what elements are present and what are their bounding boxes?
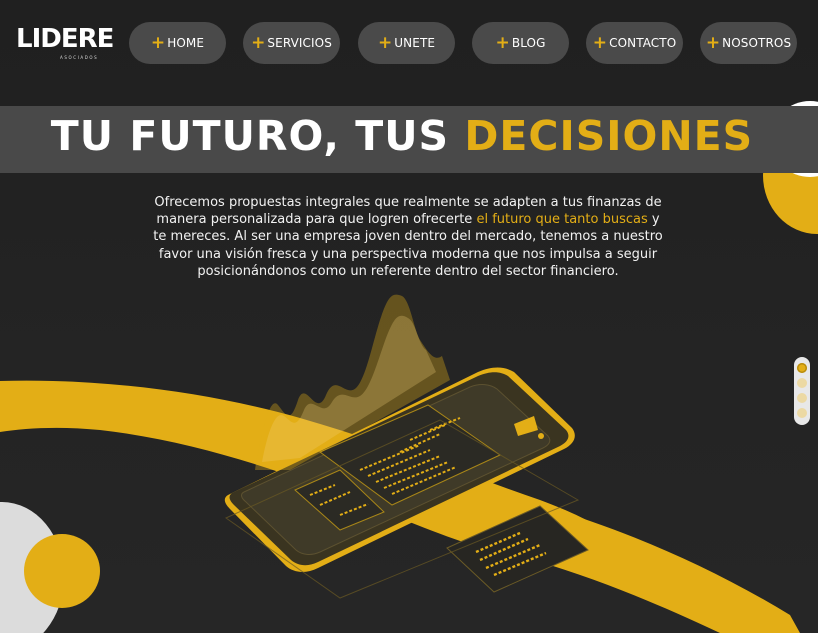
plus-icon: + <box>592 32 608 53</box>
plus-icon: + <box>251 32 266 53</box>
nav-label: SERVICIOS <box>267 36 332 50</box>
plus-icon: + <box>150 32 166 53</box>
nav-nosotros-button[interactable]: + NOSOTROS <box>700 22 797 64</box>
logo-subtext: ASOCIADOS <box>60 55 99 60</box>
tablet-device <box>224 294 589 599</box>
pager-dot-3[interactable] <box>797 393 807 403</box>
main-nav: + HOME + SERVICIOS + UNETE + BLOG + CONTACTO … <box>129 22 797 65</box>
slide-pager <box>794 357 810 425</box>
nav-label: UNETE <box>394 36 436 50</box>
nav-home-button[interactable]: + HOME <box>129 22 226 64</box>
hero-illustration <box>0 294 800 633</box>
headline-white: TU FUTURO, TUS <box>50 112 465 160</box>
headline-accent: DECISIONES <box>464 112 754 160</box>
nav-unete-button[interactable]: + UNETE <box>358 22 455 64</box>
plus-icon: + <box>377 32 393 53</box>
logo-wordmark: LIDERE <box>16 24 114 54</box>
pager-dot-1[interactable] <box>797 363 807 373</box>
landing-page: LIDERE ASOCIADOS + HOME + SERVICIOS + UNETE… <box>0 0 818 633</box>
intro-paragraph: Ofrecemos propuestas integrales que real… <box>150 194 666 280</box>
nav-label: HOME <box>167 36 205 50</box>
logo[interactable]: LIDERE ASOCIADOS <box>12 22 114 62</box>
page-title: TU FUTURO, TUS DECISIONES <box>0 112 818 160</box>
circle-left-yellow <box>24 534 100 608</box>
plus-icon: + <box>495 32 510 53</box>
nav-label: BLOG <box>511 36 546 50</box>
pager-dot-2[interactable] <box>797 378 807 388</box>
nav-contacto-button[interactable]: + CONTACTO <box>586 22 683 64</box>
nav-label: NOSOTROS <box>722 36 792 50</box>
intro-highlight: el futuro que tanto buscas <box>476 212 648 228</box>
nav-blog-button[interactable]: + BLOG <box>472 22 569 64</box>
plus-icon: + <box>705 32 721 53</box>
nav-servicios-button[interactable]: + SERVICIOS <box>243 22 340 64</box>
nav-label: CONTACTO <box>609 36 677 50</box>
pager-dot-4[interactable] <box>797 408 807 418</box>
